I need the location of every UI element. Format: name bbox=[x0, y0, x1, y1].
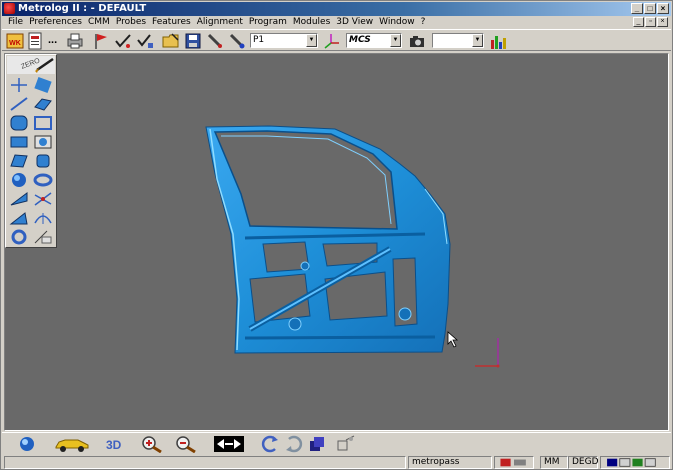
probe-check-icon[interactable] bbox=[114, 32, 132, 50]
frame-combo[interactable]: MCS ▼ bbox=[346, 33, 402, 48]
point-feature-icon[interactable] bbox=[8, 76, 30, 94]
menu-program[interactable]: Program bbox=[246, 16, 290, 29]
3d-view-icon[interactable]: 3D bbox=[104, 435, 130, 453]
doc-minimize-button[interactable]: _ bbox=[633, 17, 644, 27]
svg-text:3D: 3D bbox=[106, 438, 122, 452]
view-toolbar: 3D bbox=[2, 432, 671, 454]
open-file-icon[interactable] bbox=[26, 32, 44, 50]
frame-combo-value: MCS bbox=[349, 35, 371, 45]
intersection-feature-icon[interactable] bbox=[32, 190, 54, 208]
status-units[interactable]: MM bbox=[540, 456, 568, 469]
probe-step-icon[interactable] bbox=[136, 32, 154, 50]
status-angle-units[interactable]: DEGD bbox=[568, 456, 599, 469]
status-bar: metropass MM DEGD bbox=[2, 454, 671, 470]
probe-combo-arrow[interactable]: ▼ bbox=[306, 34, 317, 47]
rotate-left-icon[interactable] bbox=[260, 435, 280, 453]
svg-text:WK: WK bbox=[9, 40, 21, 47]
print-icon[interactable] bbox=[66, 32, 84, 50]
fit-all-icon[interactable] bbox=[214, 435, 244, 453]
app-logo-icon[interactable] bbox=[4, 3, 15, 14]
line-feature-icon[interactable] bbox=[8, 95, 30, 113]
pen-tool-icon[interactable] bbox=[206, 32, 224, 50]
menu-3d-view[interactable]: 3D View bbox=[333, 16, 376, 29]
ring-feature-icon[interactable] bbox=[8, 228, 30, 246]
flag-icon[interactable] bbox=[92, 32, 110, 50]
zoom-in-icon[interactable] bbox=[140, 435, 164, 453]
folder-open-icon[interactable] bbox=[162, 32, 180, 50]
app-window: Metrolog II : - DEFAULT _ □ × File Prefe… bbox=[0, 0, 673, 470]
menu-window[interactable]: Window bbox=[376, 16, 418, 29]
torus-feature-icon[interactable] bbox=[32, 171, 54, 189]
more-ellipsis[interactable]: ... bbox=[48, 34, 57, 46]
status-cmm-icon[interactable] bbox=[494, 456, 534, 469]
circle-feature-icon[interactable] bbox=[8, 114, 30, 132]
status-profile: metropass bbox=[408, 456, 492, 469]
title-bar[interactable]: Metrolog II : - DEFAULT _ □ × bbox=[2, 2, 671, 16]
menu-help[interactable]: ? bbox=[418, 16, 429, 29]
cylinder-feature-icon[interactable] bbox=[32, 152, 54, 170]
extra-combo-arrow[interactable]: ▼ bbox=[472, 34, 483, 47]
status-message bbox=[4, 456, 406, 469]
window-title: Metrolog II : - DEFAULT bbox=[18, 3, 147, 14]
frame-combo-arrow[interactable]: ▼ bbox=[390, 34, 401, 47]
distance-feature-icon[interactable] bbox=[32, 209, 54, 227]
workspace-icon[interactable]: WK bbox=[6, 32, 24, 50]
menu-preferences[interactable]: Preferences bbox=[26, 16, 85, 29]
pen-settings-icon[interactable] bbox=[228, 32, 246, 50]
menu-file[interactable]: File bbox=[5, 16, 26, 29]
plane-feature-icon[interactable] bbox=[32, 95, 54, 113]
dimension-feature-icon[interactable] bbox=[32, 228, 54, 246]
menu-alignment[interactable]: Alignment bbox=[194, 16, 246, 29]
layers-icon[interactable] bbox=[308, 435, 326, 453]
doc-restore-button[interactable]: ▫ bbox=[645, 17, 656, 27]
sphere-feature-icon[interactable] bbox=[8, 171, 30, 189]
feature-palette: ZERO bbox=[5, 54, 57, 248]
angle-feature-icon[interactable] bbox=[8, 209, 30, 227]
doc-close-button[interactable]: × bbox=[657, 17, 668, 27]
menu-cmm[interactable]: CMM bbox=[85, 16, 113, 29]
extra-combo[interactable]: ▼ bbox=[432, 33, 484, 48]
save-icon[interactable] bbox=[184, 32, 202, 50]
car-door-model[interactable] bbox=[5, 54, 668, 430]
measure-icon[interactable] bbox=[336, 435, 356, 453]
close-button[interactable]: × bbox=[657, 3, 669, 14]
bar-graph-icon[interactable] bbox=[489, 32, 507, 50]
minimize-button[interactable]: _ bbox=[631, 3, 643, 14]
3d-viewport[interactable] bbox=[4, 53, 669, 431]
menu-features[interactable]: Features bbox=[149, 16, 194, 29]
ellipse-feature-icon[interactable] bbox=[32, 133, 54, 151]
car-view-icon[interactable] bbox=[54, 435, 90, 453]
menu-modules[interactable]: Modules bbox=[290, 16, 333, 29]
status-view-mode-icons[interactable] bbox=[600, 456, 670, 469]
coordinate-axes-icon[interactable] bbox=[322, 32, 340, 50]
cone-feature-icon[interactable] bbox=[8, 190, 30, 208]
palette-header-probe-icon[interactable]: ZERO bbox=[7, 56, 55, 74]
slot-feature-icon[interactable] bbox=[8, 133, 30, 151]
maximize-button[interactable]: □ bbox=[644, 3, 656, 14]
camera-icon[interactable] bbox=[408, 32, 426, 50]
menu-probes[interactable]: Probes bbox=[113, 16, 149, 29]
rectangle-feature-icon[interactable] bbox=[32, 114, 54, 132]
multi-point-feature-icon[interactable] bbox=[32, 76, 54, 94]
rotate-right-icon[interactable] bbox=[284, 435, 304, 453]
menu-bar: File Preferences CMM Probes Features Ali… bbox=[2, 16, 671, 29]
probe-combo-value: P1 bbox=[253, 35, 265, 45]
main-toolbar: WK ... P1 ▼ MCS ▼ ▼ bbox=[2, 29, 671, 51]
surface-feature-icon[interactable] bbox=[8, 152, 30, 170]
probe-combo[interactable]: P1 ▼ bbox=[250, 33, 318, 48]
zoom-out-icon[interactable] bbox=[174, 435, 198, 453]
mouse-cursor-icon bbox=[447, 331, 459, 348]
globe-view-icon[interactable] bbox=[18, 435, 36, 453]
